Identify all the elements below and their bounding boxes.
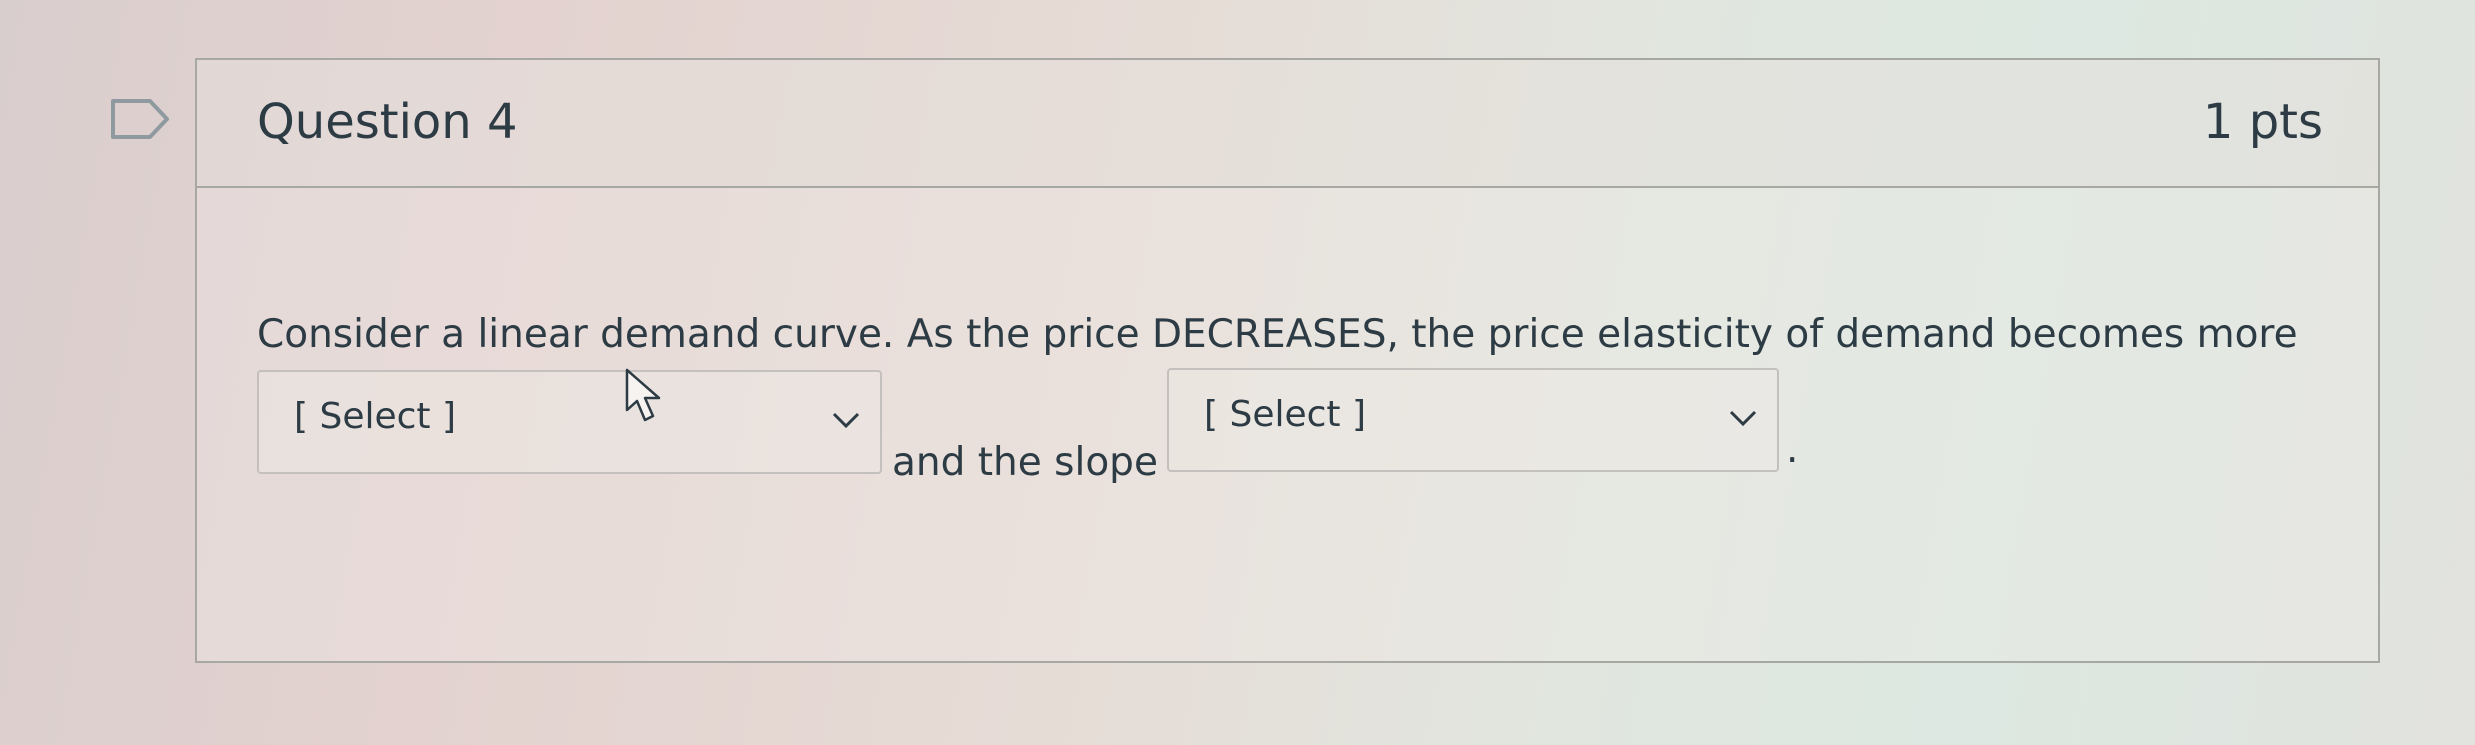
question-title: Question 4 (257, 94, 518, 150)
flag-question-icon[interactable] (110, 98, 170, 140)
connector-text: and the slope (892, 440, 1158, 485)
slope-select-value: [ Select ] (1204, 394, 1367, 435)
question-prompt: Consider a linear demand curve. As the p… (257, 312, 2298, 357)
question-header: Question 4 1 pts (197, 60, 2378, 188)
mouse-pointer-icon (625, 368, 661, 422)
chevron-down-icon (1729, 410, 1757, 427)
chevron-down-icon (832, 412, 860, 429)
question-points: 1 pts (2202, 94, 2323, 150)
slope-select[interactable]: [ Select ] (1167, 368, 1779, 472)
sentence-ending-period: . (1786, 427, 1799, 472)
elasticity-select[interactable]: [ Select ] (257, 370, 882, 474)
elasticity-select-value: [ Select ] (294, 396, 457, 437)
question-card: Question 4 1 pts Consider a linear deman… (195, 58, 2380, 663)
